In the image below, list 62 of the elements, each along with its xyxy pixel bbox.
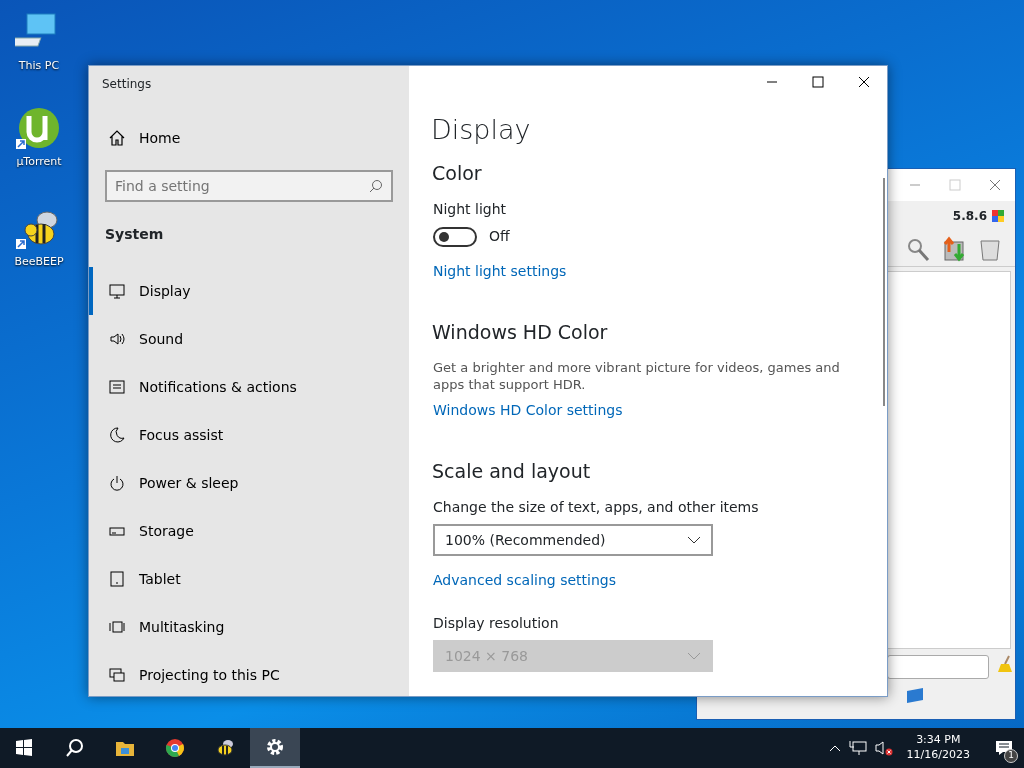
network-icon[interactable] <box>848 740 867 756</box>
screens-icon <box>109 667 125 683</box>
nav-item[interactable]: Sound <box>89 315 409 363</box>
message-icon <box>995 740 1013 756</box>
nav-item[interactable]: Notifications & actions <box>89 363 409 411</box>
close-icon <box>858 76 870 88</box>
section-heading: Scale and layout <box>432 458 592 484</box>
chevron-icon <box>687 652 701 661</box>
nav-item[interactable]: Tablet <box>89 555 409 603</box>
settings-icon <box>265 737 285 757</box>
icon-label[interactable]: BeeBEEP <box>14 254 64 271</box>
broom-icon[interactable] <box>997 654 1015 674</box>
chevron-icon <box>687 536 701 545</box>
nav-item[interactable]: Power & sleep <box>89 459 409 507</box>
start-icon <box>15 738 35 758</box>
window-title: Settings <box>102 77 152 91</box>
section-heading: Windows HD Color <box>432 320 609 345</box>
windows-icon <box>109 619 125 635</box>
home-link[interactable]: Home <box>89 114 409 162</box>
description-text: Get a brighter and more vibrant picture for videos, games and apps that support HDR. <box>433 358 841 394</box>
taskbar-button[interactable] <box>250 728 300 768</box>
speaker-icon <box>109 331 125 347</box>
tablet-icon <box>109 571 125 587</box>
section-heading: System <box>105 226 164 242</box>
icon-label[interactable]: µTorrent <box>16 154 62 171</box>
version-label: 5.8.6 <box>952 208 987 225</box>
page-title: Display <box>431 113 532 147</box>
transfer-icon[interactable] <box>941 235 967 262</box>
maximize-icon <box>812 76 824 88</box>
field-label: Night light <box>433 200 508 219</box>
search-field[interactable]: Find a setting <box>105 170 393 202</box>
monitor-icon <box>109 283 125 299</box>
message-field[interactable] <box>887 655 989 679</box>
settings-link[interactable]: Night light settings <box>433 261 567 282</box>
nav-item[interactable]: Projecting to this PC <box>89 651 409 696</box>
search-icon <box>65 738 85 758</box>
flag-icon <box>991 209 1005 223</box>
scrollbar[interactable] <box>883 178 885 406</box>
home-icon <box>109 130 125 146</box>
clock[interactable]: 3:34 PM 11/16/2023 <box>900 733 976 763</box>
section-heading: Color <box>432 160 483 186</box>
bee-icon <box>215 738 235 758</box>
nav-item[interactable]: Multitasking <box>89 603 409 651</box>
power-icon <box>109 475 125 491</box>
browser-icon <box>165 738 185 758</box>
nav-item[interactable]: Focus assist <box>89 411 409 459</box>
field-label: Change the size of text, apps, and other items <box>433 498 760 518</box>
toggle-switch[interactable] <box>433 226 477 247</box>
moon-icon <box>109 427 125 443</box>
search-icon[interactable] <box>369 179 383 193</box>
toggle-state: Off <box>489 227 510 246</box>
nav-item[interactable]: Storage <box>89 507 409 555</box>
chevron-icon[interactable] <box>828 744 841 752</box>
speaker-muted-icon[interactable] <box>874 740 893 756</box>
settings-link[interactable]: Windows HD Color settings <box>433 399 623 421</box>
notification-button[interactable]: 1 <box>984 728 1024 768</box>
icon-label[interactable]: This PC <box>18 58 60 75</box>
message-icon <box>109 379 125 395</box>
settings-link[interactable]: Advanced scaling settings <box>433 570 616 592</box>
field-label: Display resolution <box>433 614 560 634</box>
dropdown[interactable]: 100% (Recommended) <box>433 524 713 557</box>
close-icon[interactable] <box>989 179 1001 191</box>
